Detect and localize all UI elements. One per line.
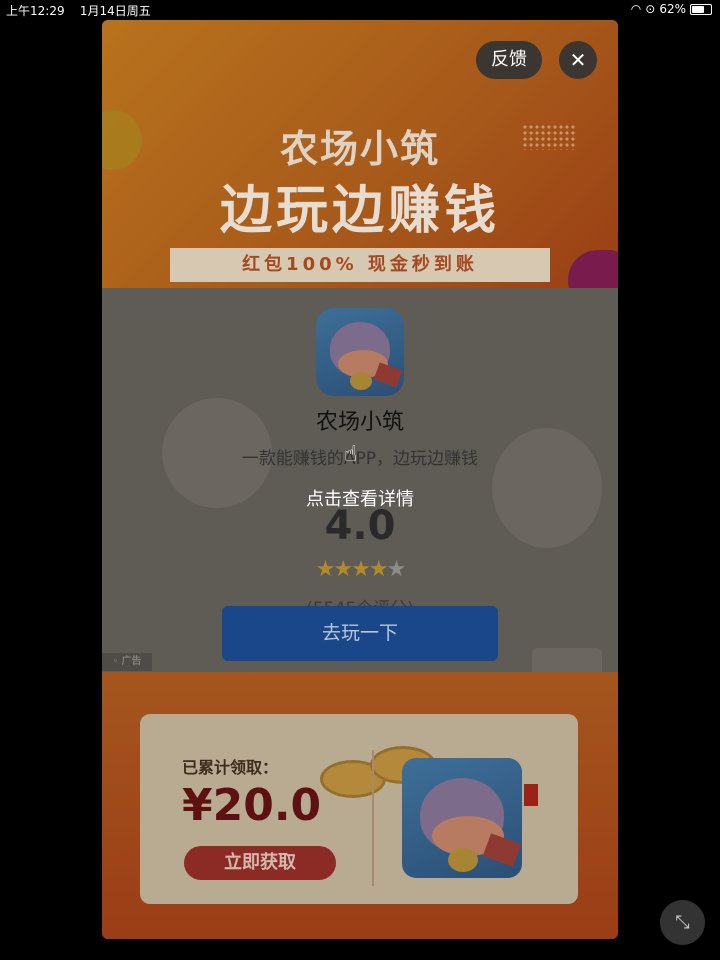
tap-hand-icon: ☝ — [344, 442, 358, 467]
app-icon[interactable] — [316, 308, 404, 396]
battery-percent: 62% — [659, 2, 686, 16]
claimed-label: 已累计领取： — [182, 758, 279, 777]
ad-label: ◦ 广告 — [102, 653, 152, 671]
wifi-icon: ◠ — [630, 2, 642, 16]
reward-section: 已累计领取： ¥20.0 立即获取 — [102, 672, 618, 939]
star-icon: ★ — [351, 557, 371, 582]
feedback-button[interactable]: 反馈 — [476, 41, 542, 79]
ad-label-text: 广告 — [121, 656, 142, 667]
star-icon: ★ — [368, 557, 389, 582]
tap-hint: 点击查看详情 — [306, 489, 414, 510]
red-tab-decoration — [524, 784, 538, 806]
star-empty-icon: ★ — [386, 557, 407, 582]
app-name: 农场小筑 — [315, 410, 404, 435]
claim-button[interactable]: 立即获取 — [184, 846, 336, 880]
star-icon: ★ — [333, 557, 353, 582]
play-button[interactable]: 去玩一下 — [222, 606, 498, 661]
status-right: ◠ ⊙ 62% — [631, 2, 712, 16]
status-time: 上午12:29 — [6, 4, 65, 18]
bell-icon — [350, 372, 372, 390]
close-icon[interactable]: ✕ — [559, 41, 597, 79]
scarf-decoration — [373, 362, 403, 388]
banner-title: 农场小筑 — [279, 127, 440, 171]
scarf-decoration — [482, 833, 522, 867]
banner-slogan: 边玩边赚钱 — [219, 181, 500, 241]
lock-rotation-icon: ⊙ — [645, 2, 656, 16]
app-icon-large[interactable] — [402, 758, 522, 878]
battery-icon — [690, 3, 712, 15]
bell-icon — [448, 848, 478, 872]
status-date: 1月14日周五 — [79, 4, 151, 18]
claimed-amount: ¥20.0 — [182, 780, 322, 831]
ad-card[interactable]: 农场小筑 边玩边赚钱 红包100% 现金秒到账 农场小筑 一款能赚钱的APP，边… — [102, 20, 618, 939]
star-rating: ★★★★★ — [102, 557, 618, 582]
banner-ribbon: 红包100% 现金秒到账 — [170, 248, 550, 282]
minimize-icon[interactable]: ⤡ — [660, 900, 705, 945]
star-icon: ★ — [315, 557, 336, 582]
status-time-date: 上午12:29 1月14日周五 — [6, 2, 151, 19]
reward-card: 已累计领取： ¥20.0 立即获取 — [140, 714, 578, 904]
status-bar: 上午12:29 1月14日周五 ◠ ⊙ 62% — [0, 0, 720, 20]
divider — [372, 750, 374, 886]
